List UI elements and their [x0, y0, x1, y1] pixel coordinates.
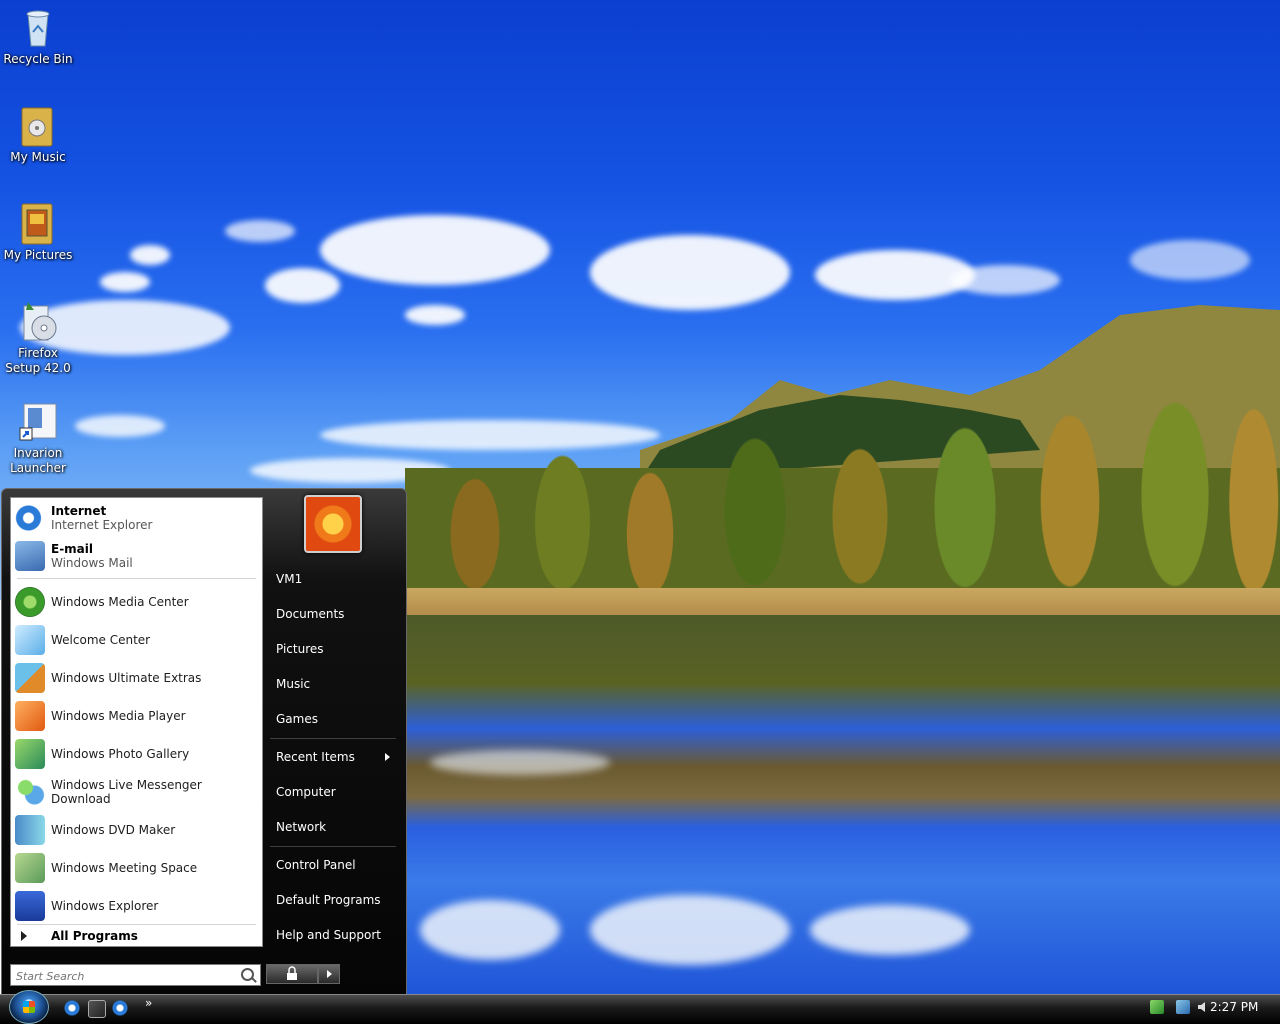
switch-windows-icon[interactable] — [88, 1000, 106, 1018]
quick-launch-overflow[interactable]: » — [145, 996, 152, 1010]
desktop-icon-invarion-launcher[interactable]: Invarion Launcher — [0, 398, 76, 476]
dvd-maker-icon — [15, 815, 45, 845]
installer-icon — [18, 298, 58, 344]
all-programs-button[interactable]: All Programs — [15, 926, 258, 946]
start-item-windows-explorer[interactable]: Windows Explorer — [15, 888, 258, 924]
security-icon[interactable] — [1150, 1000, 1164, 1014]
right-item-default-programs[interactable]: Default Programs — [266, 885, 396, 915]
right-item-pictures[interactable]: Pictures — [266, 634, 396, 664]
start-search-input[interactable] — [14, 966, 238, 986]
start-item-email[interactable]: E-mail Windows Mail — [15, 538, 258, 574]
start-menu-programs-pane: Internet Internet Explorer E-mail Windows … — [10, 497, 263, 947]
start-item-dvd-maker[interactable]: Windows DVD Maker — [15, 812, 258, 848]
windows-logo-icon — [23, 1001, 35, 1013]
start-item-media-center[interactable]: Windows Media Center — [15, 584, 258, 620]
music-folder-icon — [18, 102, 58, 148]
right-item-network[interactable]: Network — [266, 812, 396, 842]
internet-explorer-icon[interactable] — [64, 1000, 80, 1016]
start-item-media-player[interactable]: Windows Media Player — [15, 698, 258, 734]
start-search-box[interactable] — [10, 964, 261, 986]
right-item-games[interactable]: Games — [266, 704, 396, 734]
start-item-live-messenger[interactable]: Windows Live Messenger Download — [15, 774, 258, 810]
all-programs-separator — [17, 924, 256, 925]
start-item-internet[interactable]: Internet Internet Explorer — [15, 500, 258, 536]
user-picture[interactable] — [304, 495, 362, 553]
shutdown-options-button[interactable] — [318, 964, 340, 984]
windows-mail-icon — [15, 541, 45, 571]
chevron-right-icon — [327, 970, 332, 978]
right-item-documents[interactable]: Documents — [266, 599, 396, 629]
volume-icon[interactable] — [1196, 1000, 1210, 1014]
right-separator — [270, 846, 396, 847]
messenger-icon — [15, 777, 45, 807]
system-clock[interactable]: 2:27 PM — [1210, 1000, 1258, 1014]
desktop-icon-my-music[interactable]: My Music — [0, 102, 76, 165]
lock-button[interactable] — [266, 964, 318, 984]
pictures-folder-icon — [18, 200, 58, 246]
media-player-icon — [15, 701, 45, 731]
explorer-icon — [15, 891, 45, 921]
right-item-control-panel[interactable]: Control Panel — [266, 850, 396, 880]
photo-gallery-icon — [15, 739, 45, 769]
shortcut-icon — [18, 398, 58, 444]
chevron-right-icon — [21, 931, 27, 941]
start-item-welcome-center[interactable]: Welcome Center — [15, 622, 258, 658]
welcome-center-icon — [15, 625, 45, 655]
right-separator — [270, 738, 396, 739]
search-icon[interactable] — [241, 968, 254, 981]
desktop-icon-my-pictures[interactable]: My Pictures — [0, 200, 76, 263]
ultimate-extras-icon — [15, 663, 45, 693]
pinned-separator — [17, 578, 256, 579]
taskbar — [0, 994, 1280, 1024]
start-item-meeting-space[interactable]: Windows Meeting Space — [15, 850, 258, 886]
right-item-help-support[interactable]: Help and Support — [266, 920, 396, 950]
right-item-user[interactable]: VM1 — [266, 564, 396, 594]
recycle-bin-icon — [18, 4, 58, 50]
meeting-space-icon — [15, 853, 45, 883]
internet-explorer-icon — [15, 503, 45, 533]
lock-icon — [287, 966, 297, 980]
desktop-icon-firefox-setup[interactable]: Firefox Setup 42.0 — [0, 298, 76, 376]
chevron-right-icon — [385, 753, 390, 761]
start-button[interactable] — [9, 990, 49, 1024]
start-item-photo-gallery[interactable]: Windows Photo Gallery — [15, 736, 258, 772]
internet-explorer-icon[interactable] — [112, 1000, 128, 1016]
media-center-icon — [15, 587, 45, 617]
start-item-ultimate-extras[interactable]: Windows Ultimate Extras — [15, 660, 258, 696]
desktop-icon-recycle-bin[interactable]: Recycle Bin — [0, 4, 76, 67]
network-icon[interactable] — [1176, 1000, 1190, 1014]
right-item-computer[interactable]: Computer — [266, 777, 396, 807]
right-item-recent-items[interactable]: Recent Items — [266, 742, 396, 772]
right-item-music[interactable]: Music — [266, 669, 396, 699]
